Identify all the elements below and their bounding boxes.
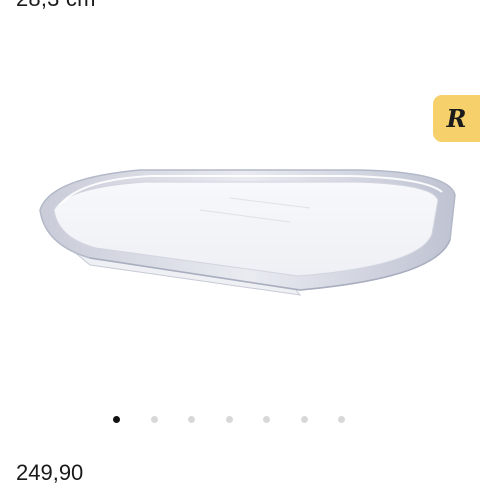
carousel-dot[interactable] xyxy=(150,416,158,423)
product-dimension: 28,3 cm xyxy=(16,0,96,12)
carousel-dot[interactable] xyxy=(188,416,195,423)
carousel-dot[interactable] xyxy=(263,416,270,423)
carousel-dot[interactable] xyxy=(113,416,120,423)
product-image xyxy=(39,169,456,296)
brand-badge[interactable]: R xyxy=(433,95,480,142)
product-price: 249,90 xyxy=(16,460,84,485)
carousel-dot[interactable] xyxy=(300,416,308,423)
carousel-dot[interactable] xyxy=(225,416,233,423)
carousel-indicators xyxy=(0,416,480,424)
carousel-dot[interactable] xyxy=(338,416,345,423)
r-logo-icon: R xyxy=(446,104,467,133)
